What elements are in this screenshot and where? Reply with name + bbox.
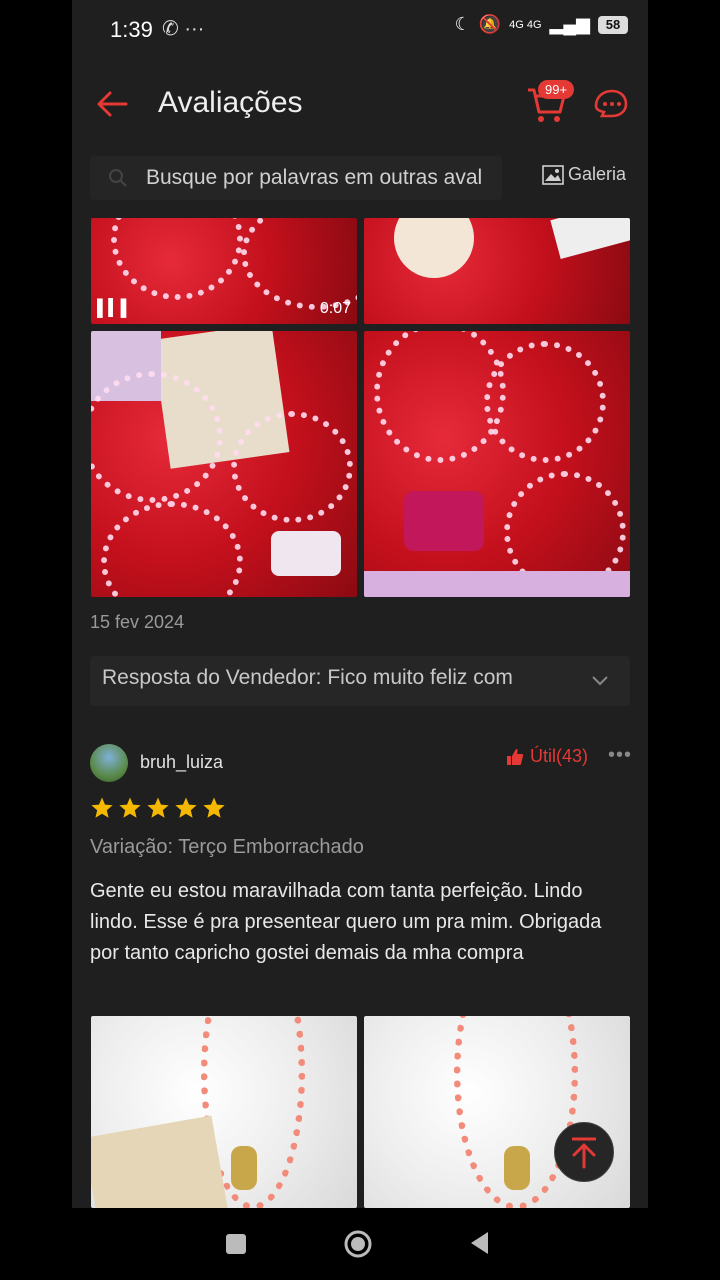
status-bar: 1:39 ✆ ··· ☾ 🔕 4G 4G ▂▄▆ 58 xyxy=(72,0,648,60)
useful-button[interactable]: Útil(43) xyxy=(506,746,588,767)
moon-icon: ☾ xyxy=(454,14,471,34)
reviewer-username[interactable]: bruh_luiza xyxy=(140,752,223,773)
gallery-label: Galeria xyxy=(568,164,627,184)
recents-button[interactable] xyxy=(226,1234,246,1254)
review-variation: Variação: Terço Emborrachado xyxy=(90,836,364,858)
chevron-down-icon[interactable] xyxy=(590,670,610,690)
star-icon xyxy=(91,797,113,818)
review-text: Gente eu estou maravilhada com tanta per… xyxy=(90,880,602,964)
network-label: 4G 4G xyxy=(509,18,542,31)
thumbs-up-icon xyxy=(507,748,524,765)
status-right-icons: ☾ 🔕 4G 4G ▂▄▆ 58 xyxy=(455,14,628,35)
seller-reply-collapsed[interactable]: Resposta do Vendedor: Fico muito feliz c… xyxy=(90,656,630,706)
review-photo[interactable] xyxy=(91,1016,357,1208)
star-icon xyxy=(203,797,225,818)
video-duration: 0:07 xyxy=(319,300,351,317)
top-header: Avaliações 99+ xyxy=(72,68,648,140)
star-icon xyxy=(175,797,197,818)
review-video-thumbnail[interactable]: ▌▍▌ 0:07 xyxy=(91,218,357,324)
search-icon xyxy=(109,169,127,187)
more-options-icon[interactable]: ••• xyxy=(608,744,632,767)
star-icon xyxy=(119,797,141,818)
useful-count: Útil(43) xyxy=(530,746,589,766)
signal-icon: ▂▄▆ xyxy=(549,14,590,34)
notification-icons: ✆ ··· xyxy=(162,18,205,40)
arrow-up-icon xyxy=(572,1137,596,1169)
gallery-button[interactable]: Galeria xyxy=(542,164,626,185)
review-search-input[interactable]: Busque por palavras em outras aval xyxy=(90,156,502,200)
star-icon xyxy=(147,797,169,818)
back-arrow-icon[interactable] xyxy=(92,84,132,124)
system-back-button[interactable] xyxy=(468,1230,490,1256)
review-photo[interactable] xyxy=(91,331,357,597)
image-icon xyxy=(542,164,564,185)
mute-icon: 🔕 xyxy=(478,14,502,34)
page-title: Avaliações xyxy=(158,86,303,119)
app-screen: 1:39 ✆ ··· ☾ 🔕 4G 4G ▂▄▆ 58 Avaliações 9… xyxy=(72,0,648,1208)
search-placeholder: Busque por palavras em outras aval xyxy=(146,166,483,189)
scroll-to-top-button[interactable] xyxy=(554,1122,614,1182)
home-button[interactable] xyxy=(343,1229,373,1259)
seller-reply-text: Resposta do Vendedor: Fico muito feliz c… xyxy=(102,666,513,689)
video-icon: ▌▍▌ xyxy=(97,300,132,317)
cart-badge: 99+ xyxy=(538,80,575,99)
review-photo[interactable] xyxy=(364,331,630,597)
rating-stars xyxy=(90,796,226,820)
status-time: 1:39 xyxy=(110,17,153,42)
review-photo[interactable] xyxy=(364,218,630,324)
avatar[interactable] xyxy=(90,744,128,782)
chat-icon[interactable] xyxy=(590,84,630,124)
review-date: 15 fev 2024 xyxy=(90,612,185,632)
battery-icon: 58 xyxy=(598,15,628,34)
